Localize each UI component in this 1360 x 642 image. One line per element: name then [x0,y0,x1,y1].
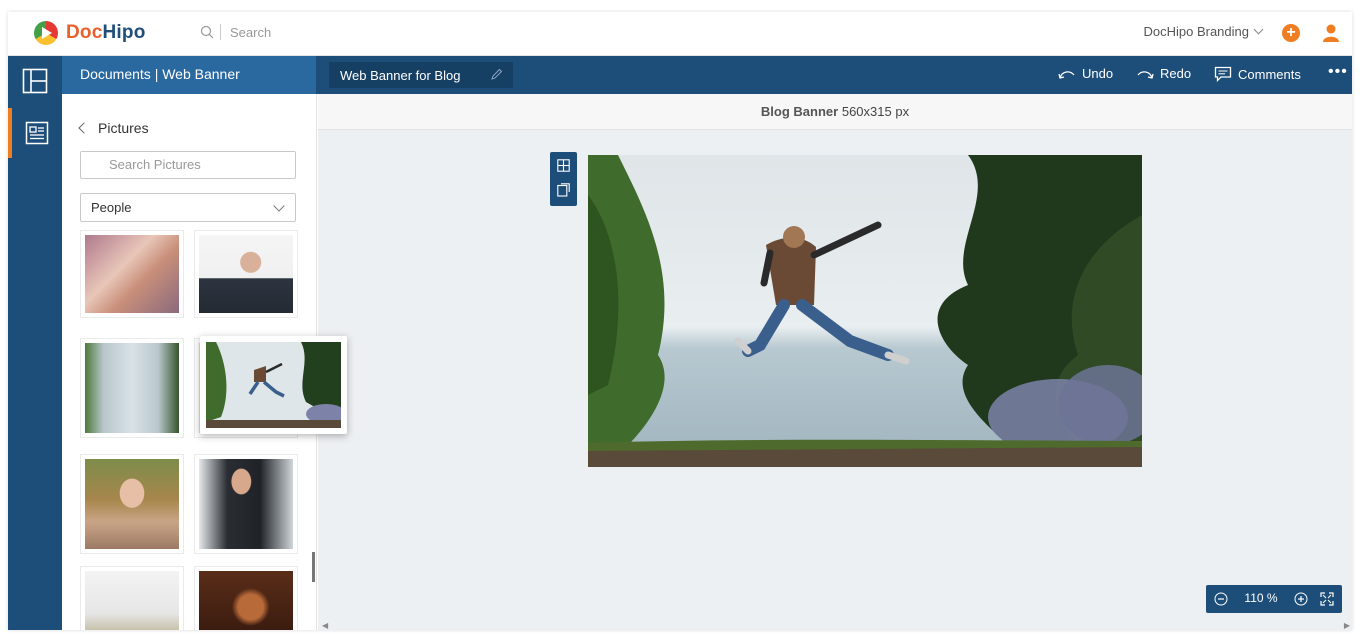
document-title[interactable]: Web Banner for Blog [329,62,513,88]
canvas-size-name: Blog Banner [760,104,839,119]
grid-icon[interactable] [557,159,570,172]
branding-label: DocHipo Branding [1143,24,1249,39]
logo[interactable]: DocHipo [34,21,146,45]
logo-icon [34,21,58,45]
canvas-area: Blog Banner 560x315 px 110 % ◀ ▶ [318,94,1352,630]
app-frame: DocHipo Search DocHipo Branding + Docume… [8,12,1352,630]
logo-text: DocHipo [66,22,146,43]
dragging-picture-image [206,342,346,428]
user-icon[interactable] [1322,23,1340,43]
pencil-icon[interactable] [490,68,503,81]
banner-image-jumping-girl[interactable] [588,155,1142,467]
breadcrumb[interactable]: Documents | Web Banner [62,56,316,94]
search-pictures-input[interactable]: Search Pictures [80,151,296,179]
panel-title: Pictures [98,120,149,136]
global-search-input[interactable]: Search [230,25,271,40]
canvas-size-label: Blog Banner 560x315 px [318,94,1352,130]
zoom-control: 110 % [1206,585,1342,613]
rail-pictures[interactable] [8,108,62,158]
scroll-left-arrow-icon[interactable]: ◀ [322,621,328,630]
chevron-down-icon [273,200,285,212]
thumbnail-bald-man-smiling[interactable] [194,230,298,318]
panel-header[interactable]: Pictures [78,120,149,136]
redo-button[interactable]: Redo [1136,66,1191,81]
undo-icon [1058,70,1075,79]
global-search[interactable]: Search [200,24,271,40]
category-dropdown[interactable]: People [80,193,296,222]
rail-layouts[interactable] [8,56,62,106]
thumbnail-man-in-suit[interactable] [194,454,298,554]
back-arrow-icon[interactable] [78,122,90,134]
more-options-icon[interactable]: ••• [1328,63,1348,81]
add-button[interactable]: + [1282,24,1300,42]
panel-scrollbar[interactable] [312,552,315,582]
editor-header: Documents | Web Banner Web Banner for Bl… [62,56,1352,94]
comments-button[interactable]: Comments [1214,66,1301,82]
dragging-picture-preview[interactable] [200,336,347,434]
thumbnail-family-kiss[interactable] [80,230,184,318]
layout-icon [22,68,48,94]
redo-label: Redo [1160,66,1192,81]
zoom-level: 110 % [1244,591,1278,605]
canvas-mini-toolbar [550,152,577,206]
comments-label: Comments [1238,66,1301,82]
undo-button[interactable]: Undo [1058,66,1113,81]
fullscreen-icon[interactable] [1320,592,1334,606]
category-value: People [91,200,132,215]
chevron-down-icon [1253,24,1264,35]
redo-icon [1137,70,1154,79]
canvas-size-dims: 560x315 px [841,104,910,119]
document-title-text: Web Banner for Blog [340,68,461,83]
thumbnail-man-warm-light[interactable] [194,566,298,630]
branding-dropdown[interactable]: DocHipo Branding [1143,24,1264,39]
scroll-right-arrow-icon[interactable]: ▶ [1344,621,1350,630]
top-bar: DocHipo Search DocHipo Branding + [8,12,1352,56]
thumbnail-woman-portrait[interactable] [80,454,184,554]
thumbnail-foggy-field[interactable] [80,566,184,630]
resize-page-icon[interactable] [557,183,570,197]
left-rail [8,56,62,630]
search-icon [200,25,214,39]
comment-icon [1214,66,1232,82]
thumbnail-jumping-girl[interactable] [80,338,184,438]
undo-label: Undo [1082,66,1114,81]
zoom-in-icon[interactable] [1294,592,1308,606]
picture-panel-icon [25,121,49,145]
zoom-out-icon[interactable] [1214,592,1228,606]
